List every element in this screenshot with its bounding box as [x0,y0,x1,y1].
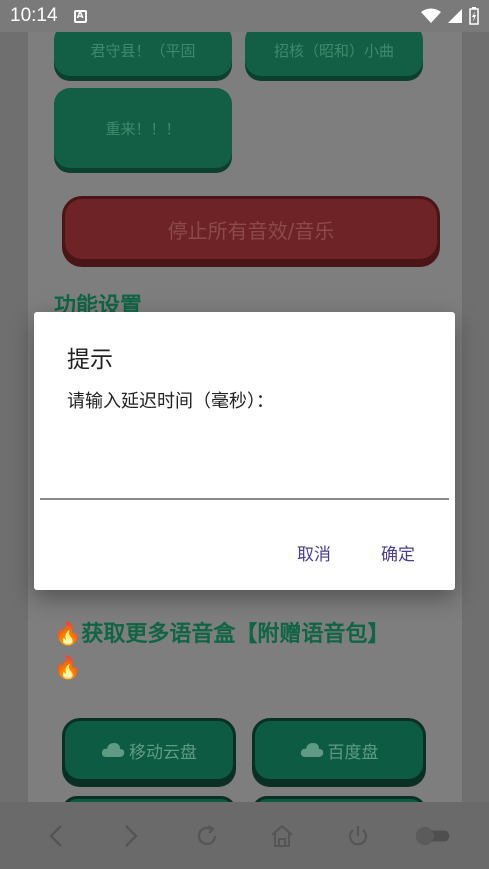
confirm-button[interactable]: 确定 [381,540,415,565]
cloud-button-baidu-label: 百度盘 [327,742,379,763]
home-icon[interactable] [262,816,302,856]
power-icon[interactable] [338,816,378,856]
toggle-switch[interactable] [413,816,453,856]
status-time: 10:14 [10,5,58,26]
sound-button-restart[interactable]: 重来！！！ [54,88,232,168]
signal-icon [448,9,462,23]
status-bar: 10:14 A [0,0,489,32]
battery-icon [469,7,479,25]
dialog-title: 提示 [67,347,113,373]
promo-title-text: 获取更多语音盒【附赠语音包】 [81,622,390,647]
back-icon[interactable] [36,816,76,856]
cloud-button-mobile-label: 移动云盘 [129,742,197,763]
forward-icon[interactable] [111,816,151,856]
status-icons [421,7,479,25]
cloud-button-baidu[interactable]: 百度盘 [252,718,426,782]
cloud-icon [101,743,125,757]
promo-title: 🔥获取更多语音盒【附赠语音包】 🔥 [54,618,424,686]
notification-icon: A [73,9,87,23]
wifi-icon [421,8,441,23]
fire-icon: 🔥 [54,622,82,647]
cancel-button[interactable]: 取消 [297,540,331,565]
sound-button-2[interactable]: 招核（昭和）小曲 [245,32,423,76]
stop-all-button[interactable]: 停止所有音效/音乐 [62,196,440,262]
dialog-message: 请输入延迟时间（毫秒）： [67,391,274,412]
dialog-actions: 取消 确定 [297,540,415,565]
cloud-button-mobile[interactable]: 移动云盘 [62,718,236,782]
refresh-icon[interactable] [187,816,227,856]
cloud-icon [300,743,323,757]
delay-input[interactable] [40,442,449,500]
fire-icon: 🔥 [54,656,82,682]
prompt-dialog: 提示 请输入延迟时间（毫秒）： 取消 确定 [34,312,455,590]
sound-button-1[interactable]: 君守县！（平固 [54,32,232,76]
bottom-nav [0,802,489,869]
